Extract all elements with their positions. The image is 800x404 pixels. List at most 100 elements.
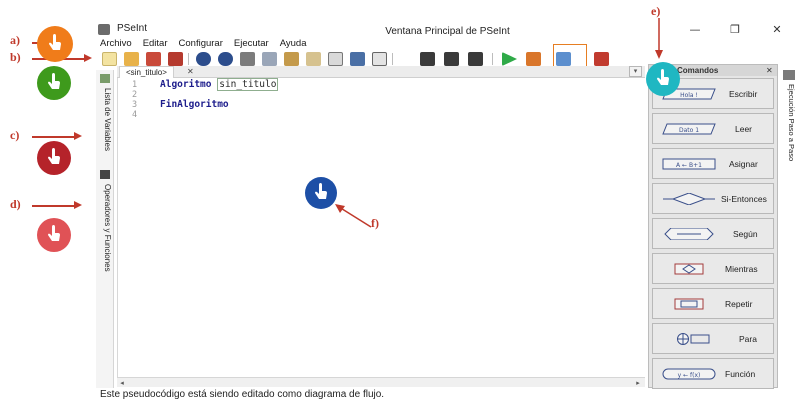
menu-ejecutar[interactable]: Ejecutar [234,38,269,50]
editor-tab-bar: <sin_titulo> ✕ [117,66,645,78]
find-icon[interactable] [328,52,343,66]
paste-icon[interactable] [284,52,299,66]
undo-icon[interactable] [196,52,211,66]
save-as-icon[interactable] [168,52,183,66]
menu-archivo[interactable]: Archivo [100,38,132,50]
shape-text: A ← B+1 [676,162,702,169]
title-bar: PSeInt Ventana Principal de PSeInt — ❐ ✕ [95,22,800,38]
copy-icon[interactable] [262,52,277,66]
variables-icon [100,74,110,83]
line-number: 2 [132,90,138,100]
toolbar-separator [392,53,393,65]
annotation-d: d) [10,197,21,211]
assign-shape-icon: A ← B+1 [662,158,716,170]
touch-hand-icon-c [37,141,71,175]
app-title: PSeInt [117,23,148,34]
left-side-panel: Lista de Variables Operadores y Funcione… [96,70,114,388]
step-by-step-icon [783,70,795,80]
annotation-b: b) [10,50,21,64]
annotation-b-arrowhead [84,54,92,62]
shape-text: Dato 1 [679,127,699,134]
minimize-button[interactable]: — [685,23,705,37]
open-folder-icon[interactable] [124,52,139,66]
command-funcion-button[interactable]: y ← f(x) Función [652,358,774,389]
redo-icon[interactable] [218,52,233,66]
line-number: 1 [132,80,138,90]
close-window-button[interactable]: ✕ [767,23,787,37]
annotation-c-line [32,136,76,138]
run-icon[interactable] [502,52,517,66]
operators-icon [100,170,110,179]
search-replace-icon[interactable] [372,52,387,66]
switch-shape-icon [664,228,714,240]
toolbar-separator [188,53,189,65]
shape-text: y ← f(x) [678,372,701,379]
annotation-a: a) [10,33,20,47]
input-shape-icon: Dato 1 [662,123,716,135]
horizontal-scrollbar[interactable]: ◂ ▸ [117,377,645,387]
command-label: Leer [735,124,753,134]
line-number: 3 [132,100,138,110]
find-replace-icon[interactable] [350,52,365,66]
annotation-f-arrow [335,204,372,228]
code-line-3: FinAlgoritmo [160,99,229,110]
command-si-entonces-button[interactable]: Si-Entonces [652,183,774,214]
step-run-icon[interactable] [526,52,541,66]
command-label: Si-Entonces [721,194,767,204]
command-label: Asignar [729,159,758,169]
close-tab-icon[interactable]: ✕ [187,66,194,77]
tab-variables[interactable]: Lista de Variables [98,88,112,151]
tab-step-by-step[interactable]: Ejecución Paso a Paso [782,84,796,161]
command-para-button[interactable]: Para [652,323,774,354]
repeat-shape-icon [674,298,704,310]
command-label: Repetir [725,299,753,309]
command-label: Escribir [729,89,758,99]
commands-panel: Comandos ✕ Hola ! Escribir Dato 1 Leer A… [648,64,778,389]
if-shape-icon [663,193,715,205]
screenshot-root: PSeInt Ventana Principal de PSeInt — ❐ ✕… [0,0,800,404]
debug-icon[interactable] [420,52,435,66]
commands-panel-title: Comandos [677,66,719,75]
command-repetir-button[interactable]: Repetir [652,288,774,319]
scroll-right-icon[interactable]: ▸ [633,378,643,388]
code-editor[interactable]: 1 2 3 4 Algoritmo sin_titulo FinAlgoritm… [117,78,645,378]
scroll-left-icon[interactable]: ◂ [117,378,127,388]
command-label: Función [725,369,756,379]
new-file-icon[interactable] [102,52,117,66]
cut-icon[interactable] [240,52,255,66]
command-mientras-button[interactable]: Mientras [652,253,774,284]
annotation-c-arrowhead [74,132,82,140]
status-bar: Este pseudocódigo está siendo editado co… [100,389,385,400]
touch-hand-icon-e [646,62,680,96]
algorithm-name: sin_titulo [217,78,279,91]
menu-ayuda[interactable]: Ayuda [280,38,307,50]
for-shape-icon [677,333,710,345]
menu-configurar[interactable]: Configurar [179,38,223,50]
touch-hand-icon-f [305,177,337,209]
save-icon[interactable] [146,52,161,66]
close-panel-icon[interactable]: ✕ [766,65,773,76]
command-label: Para [739,334,757,344]
function-shape-icon: y ← f(x) [662,368,716,380]
annotation-c: c) [10,128,20,142]
indent-icon[interactable] [306,52,321,66]
command-asignar-button[interactable]: A ← B+1 Asignar [652,148,774,179]
line-gutter: 1 2 3 4 [118,78,144,378]
menu-editar[interactable]: Editar [143,38,168,50]
annotation-d-line [32,205,76,207]
help-icon[interactable] [594,52,609,66]
command-label: Mientras [725,264,758,274]
touch-hand-icon-a [37,26,73,62]
step-icon[interactable] [444,52,459,66]
annotation-d-arrowhead [74,201,82,209]
maximize-button[interactable]: ❐ [725,23,745,37]
touch-hand-icon-b [37,66,71,100]
tab-list-dropdown[interactable]: ▾ [629,66,642,77]
command-segun-button[interactable]: Según [652,218,774,249]
flow-icon[interactable] [468,52,483,66]
keyword-algoritmo: Algoritmo [160,79,212,90]
tab-operators[interactable]: Operadores y Funciones [98,184,112,272]
command-leer-button[interactable]: Dato 1 Leer [652,113,774,144]
while-shape-icon [674,263,704,275]
tab-sin-titulo[interactable]: <sin_titulo> [119,66,174,78]
